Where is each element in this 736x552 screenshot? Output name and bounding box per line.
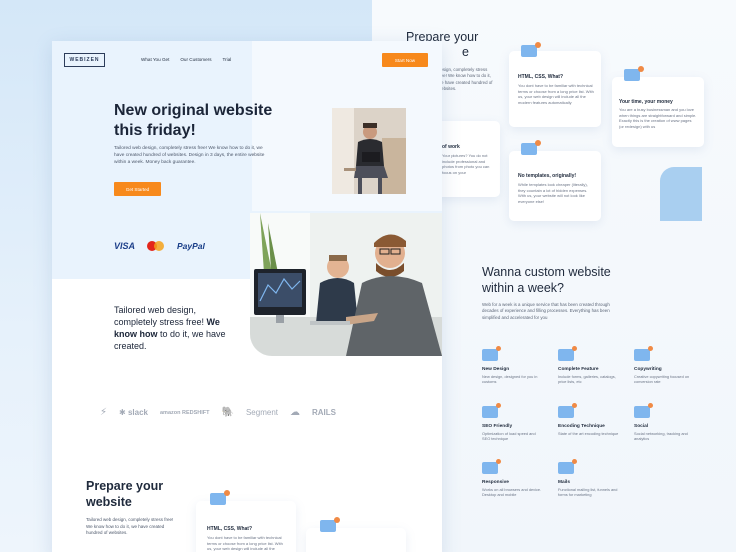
feature-text: Creative copywriting focused on conversi… [634,374,690,385]
card-title: of work [442,144,460,150]
template-icon [521,140,541,155]
mail-icon [558,459,577,474]
hero-photo-man-laptop [332,108,406,194]
share-icon [634,403,653,418]
code-icon [558,403,577,418]
feature-seo: SEO Friendly Optimization of load speed … [482,403,544,442]
feature-card-html: HTML, CSS, What? You dont have to be fam… [509,42,601,127]
feature-title: Responsive [482,480,509,485]
nav-trial[interactable]: Trial [223,57,232,62]
card-text: You are a busy businessman and you love … [619,107,697,129]
card-text: While templates look cheaper (literally)… [518,182,588,204]
client-logos: ⚡ ✱ slack amazon REDSHIFT 🐘 Segment ☁ RA… [100,407,336,418]
logo[interactable]: WEBIZEN [64,53,105,67]
feature-text: Social networking, tracking and analytic… [634,431,688,442]
feature-complete: Complete Feature Include forms, gallerie… [558,346,620,385]
tagline: Tailored web design, completely stress f… [114,304,229,352]
feature-card-templates: No templates, originally! While template… [509,140,601,221]
card-text: You dont have to be familiar with techni… [518,83,594,105]
wallet-icon [624,66,644,81]
decorative-shape [660,167,702,221]
wallet-icon [320,517,340,532]
feature-copywriting: Copywriting Creative copywriting focused… [634,346,696,385]
feature-card-time: Your time, your money You are a busy bus… [612,66,704,147]
feature-social: Social Social networking, tracking and a… [634,403,696,442]
custom-text: Web for a week is a unique service that … [482,302,610,320]
bottom-card-html: HTML, CSS, What? You dont have to be fam… [196,490,296,552]
feature-responsive: Responsive Works on all browsers and dev… [482,459,544,498]
hero-title: New original website this friday! [114,102,273,139]
seo-icon [482,403,501,418]
team-photo [250,213,442,356]
feature-text: Optimization of load speed and SEO techn… [482,431,536,442]
jira-icon: ⚡ [100,407,108,418]
slack-logo: ✱ slack [119,408,148,417]
card-title: No templates, originally! [518,173,577,179]
amazon-redshift-logo: amazon REDSHIFT [160,409,210,416]
salesforce-icon: ☁ [290,407,300,418]
get-started-button[interactable]: Get Started [114,182,161,196]
main-nav: What You Get Our Customers Trial [141,57,231,62]
feature-text: Functional mailing list, funnels and for… [558,487,618,498]
feature-text: New design, designed for you in customs [482,374,538,385]
back-text: design, completely stress free! We know … [438,67,493,92]
card-text: Your pictures? You do not include profes… [442,153,490,175]
payment-methods: VISA PayPal [114,241,205,251]
feature-new-design: New Design New design, designed for you … [482,346,544,385]
card-title: Your time, your money [619,99,673,105]
mastercard-icon [147,241,165,251]
feature-text: Works on all browsers and device. Deskto… [482,487,542,498]
nav-our-customers[interactable]: Our Customers [180,57,211,62]
feature-title: Complete Feature [558,367,599,372]
code-icon [210,490,230,505]
feature-text: State of the art encoding technique [558,431,619,436]
visa-logo: VISA [114,241,136,251]
prepare-text: Tailored web design, completely stress f… [86,517,174,536]
feature-title: Social [634,424,649,429]
tagline-line1: Tailored web design, completely stress f… [114,305,205,327]
feature-title: Mails [558,480,570,485]
card-title: HTML, CSS, What? [207,526,252,532]
feature-title: Encoding Technique [558,424,605,429]
prepare-heading: Prepare your website [86,479,164,509]
card-title: HTML, CSS, What? [518,74,563,80]
postgres-icon: 🐘 [221,407,234,418]
nav-what-you-get[interactable]: What You Get [141,57,169,62]
feature-mails: Mails Functional mailing list, funnels a… [558,459,620,498]
feature-title: Copywriting [634,367,662,372]
pen-icon [634,346,653,361]
feature-encoding: Encoding Technique State of the art enco… [558,403,620,436]
design-icon [482,346,501,361]
feature-title: New Design [482,367,510,372]
start-now-button[interactable]: Start Now [382,53,428,67]
feature-text: Include forms, galleries, catalogs, pric… [558,374,616,385]
custom-heading: Wanna custom website within a week? [482,265,611,295]
hero-text: Tailored web design, completely stress f… [114,146,265,165]
paypal-logo: PayPal [177,241,205,251]
rails-logo: RAILS [312,408,336,417]
segment-logo: Segment [245,408,278,417]
code-icon [521,42,541,57]
feature-title: SEO Friendly [482,424,513,429]
device-icon [482,459,501,474]
front-page: WEBIZEN What You Get Our Customers Trial… [52,41,442,552]
bottom-card-time [306,517,406,552]
card-text: You dont have to be familiar with techni… [207,535,283,552]
layers-icon [558,346,577,361]
